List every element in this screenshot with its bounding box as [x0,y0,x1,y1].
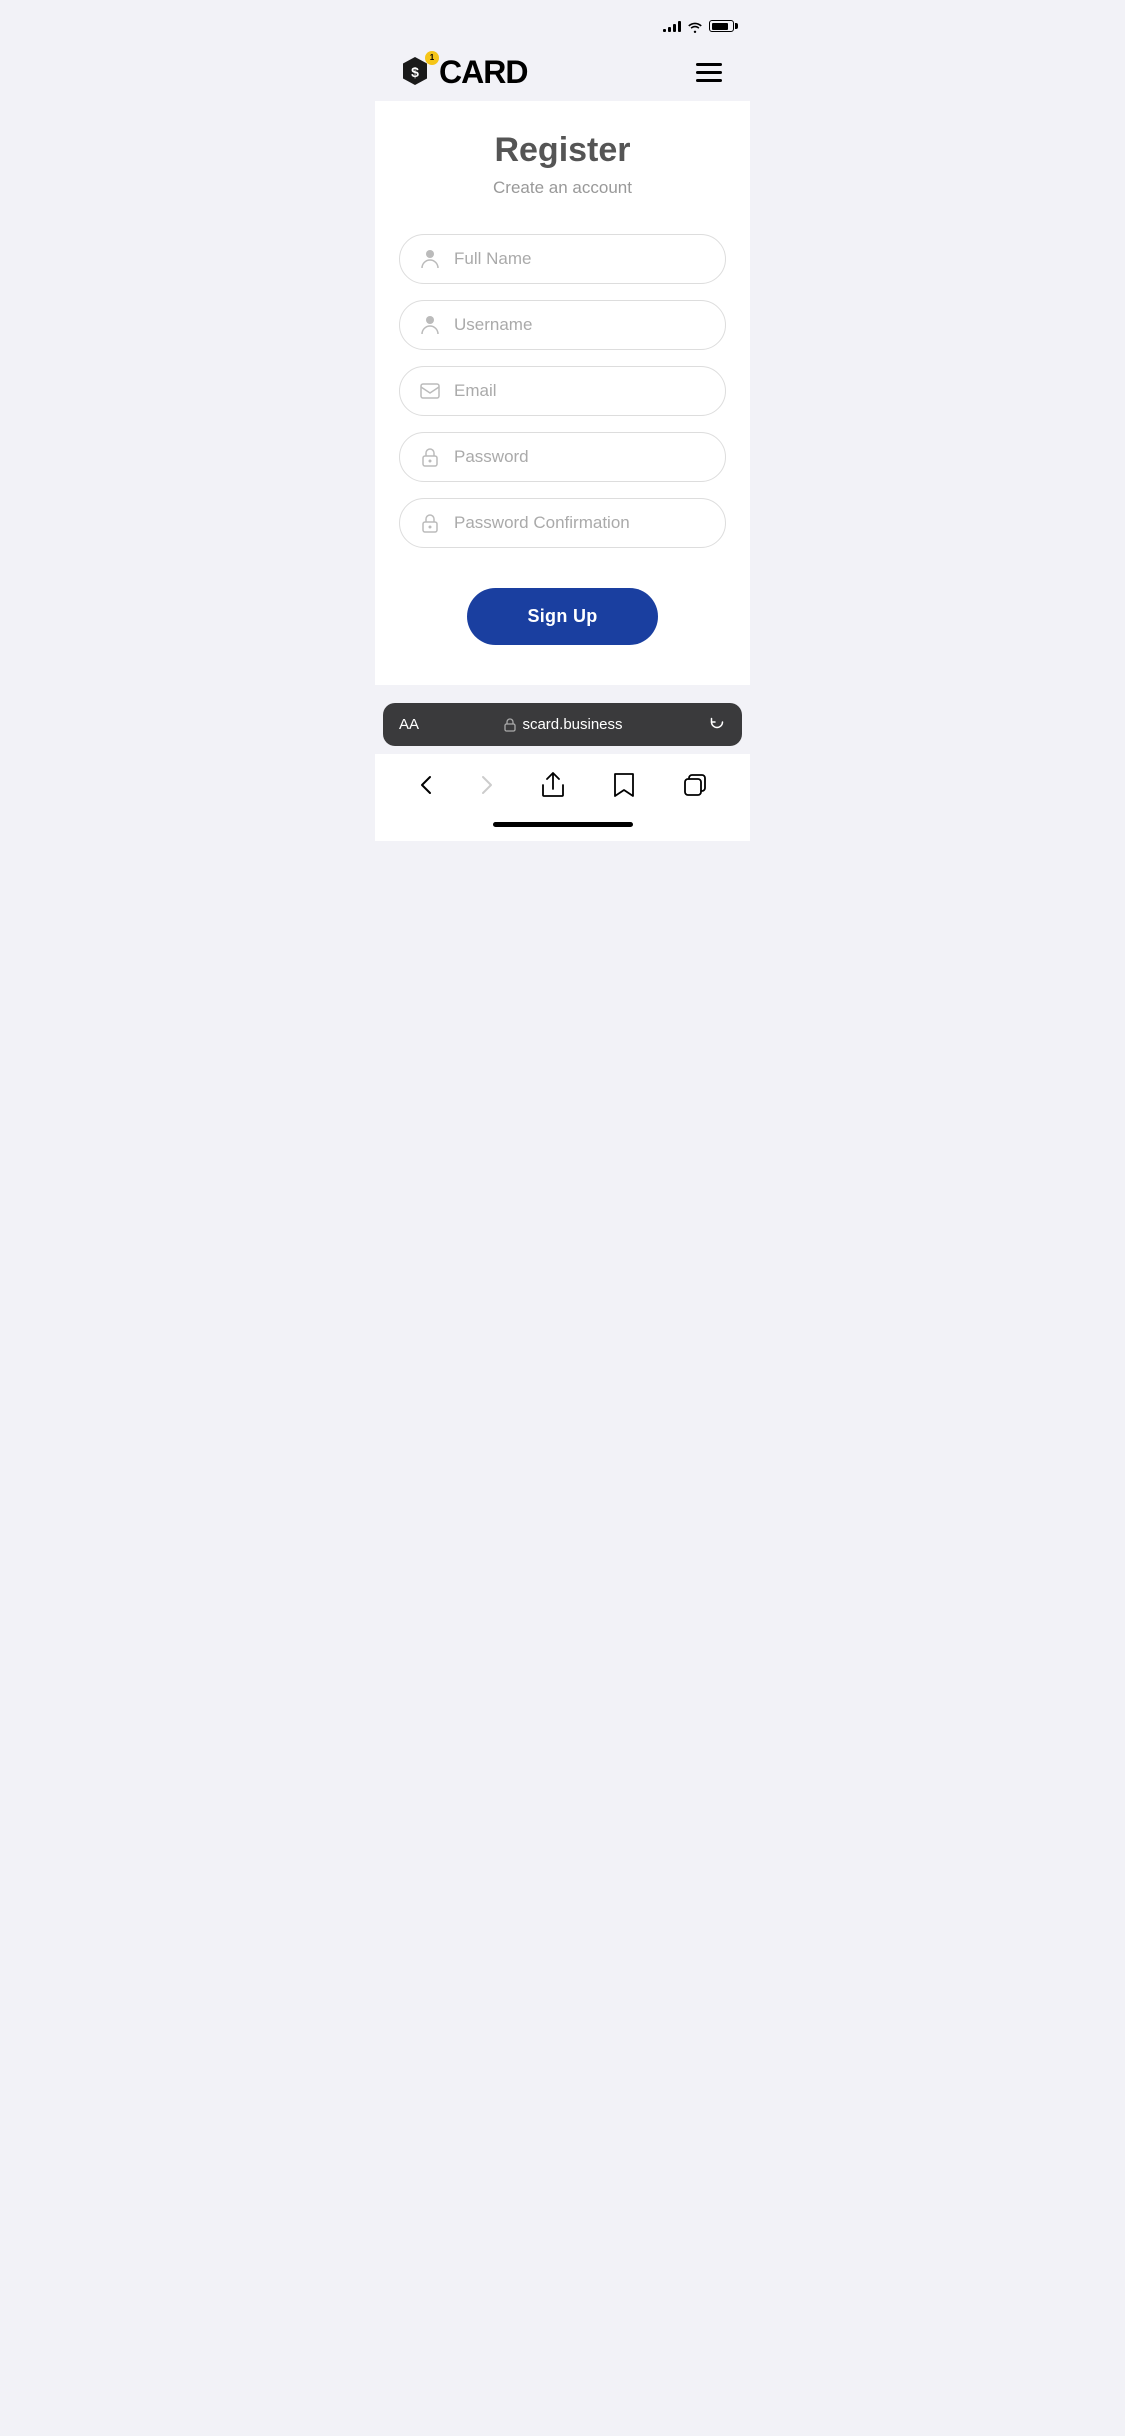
browser-url[interactable]: scard.business [419,716,708,733]
logo-icon: $ 1 [399,55,435,91]
lock-icon-2 [420,513,440,533]
browser-bar: AA scard.business [383,703,742,746]
password-input-wrapper [399,432,726,482]
envelope-icon [420,381,440,401]
password-input[interactable] [454,447,705,467]
fullname-input[interactable] [454,249,705,269]
back-button[interactable] [412,767,440,803]
nav-bar: $ 1 CARD [375,44,750,101]
reload-button[interactable] [708,713,726,736]
font-size-button[interactable]: AA [399,716,419,733]
person-icon-2 [420,315,440,335]
fullname-input-wrapper [399,234,726,284]
wifi-icon [687,20,703,32]
logo: $ 1 CARD [399,54,527,91]
signup-button-container: Sign Up [399,588,726,645]
email-input[interactable] [454,381,705,401]
email-input-wrapper [399,366,726,416]
signal-icon [663,20,681,32]
person-icon [420,249,440,269]
share-button[interactable] [534,764,572,806]
url-text: scard.business [522,716,622,733]
logo-badge: 1 [425,51,439,65]
home-indicator [493,822,633,827]
svg-text:$: $ [411,64,419,80]
bookmarks-button[interactable] [605,764,643,806]
page-title: Register [399,131,726,170]
page-subtitle: Create an account [399,178,726,198]
username-input[interactable] [454,315,705,335]
register-form: Sign Up [399,234,726,645]
lock-icon [420,447,440,467]
lock-icon-browser [504,718,516,732]
main-content: Register Create an account [375,101,750,685]
username-input-wrapper [399,300,726,350]
password-confirm-input[interactable] [454,513,705,533]
tabs-button[interactable] [676,766,714,804]
battery-icon [709,20,734,32]
hamburger-menu[interactable] [692,59,726,86]
password-confirm-input-wrapper [399,498,726,548]
status-bar [375,0,750,44]
signup-button[interactable]: Sign Up [467,588,657,645]
page-header: Register Create an account [399,131,726,198]
bottom-nav [375,754,750,822]
logo-text: CARD [439,54,527,91]
forward-button[interactable] [473,767,501,803]
